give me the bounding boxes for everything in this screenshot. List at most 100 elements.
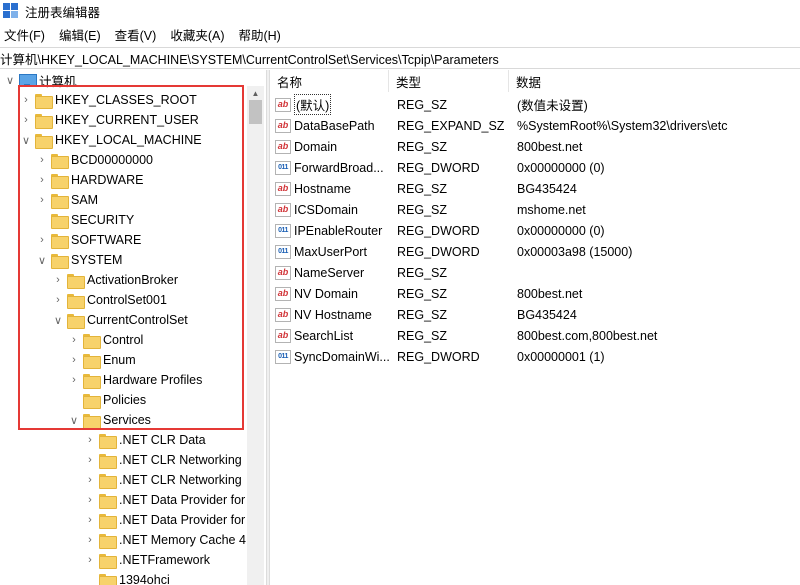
tree-vertical-scrollbar[interactable]: ▲ (247, 86, 264, 585)
value-row[interactable]: ab NV Domain REG_SZ 800best.net (270, 283, 800, 304)
chevron-down-icon[interactable]: ∨ (4, 70, 16, 90)
tree-item-label: .NET Data Provider for (119, 513, 246, 527)
tree-item[interactable]: › ActivationBroker (52, 270, 178, 290)
tree-item[interactable]: › Hardware Profiles (68, 370, 202, 390)
title-bar: 注册表编辑器 (0, 0, 800, 22)
chevron-right-icon[interactable]: › (20, 110, 32, 130)
folder-icon (51, 173, 69, 189)
tree-item[interactable]: › SAM (36, 190, 98, 210)
value-type-cell: REG_EXPAND_SZ (397, 118, 505, 133)
value-row[interactable]: ab Domain REG_SZ 800best.net (270, 136, 800, 157)
value-name: MaxUserPort (294, 244, 367, 259)
chevron-right-icon[interactable]: › (68, 330, 80, 350)
tree-item[interactable]: › Control (68, 330, 143, 350)
tree-root-computer[interactable]: ∨ 计算机 (0, 70, 77, 90)
value-row[interactable]: 011 SyncDomainWi... REG_DWORD 0x00000001 (1… (270, 346, 800, 367)
scrollbar-thumb[interactable] (249, 100, 262, 124)
tree-item-label: CurrentControlSet (87, 313, 188, 327)
tree-item-label: HKEY_CLASSES_ROOT (55, 93, 197, 107)
chevron-down-icon[interactable]: ∨ (68, 410, 80, 430)
string-value-icon: ab (275, 307, 291, 322)
folder-icon (67, 273, 85, 289)
menu-edit[interactable]: 编辑(E) (55, 25, 105, 44)
value-name: (默认) (294, 94, 332, 115)
chevron-down-icon[interactable]: ∨ (52, 310, 64, 330)
value-type-cell: REG_SZ (397, 181, 448, 196)
tree-item-label: SYSTEM (71, 253, 123, 267)
tree-item-label: BCD00000000 (71, 153, 154, 167)
tree-item[interactable]: › .NET CLR Data (84, 430, 206, 450)
value-data-cell: 0x00000000 (0) (517, 223, 605, 238)
tree-item[interactable]: › HARDWARE (36, 170, 143, 190)
tree-item[interactable]: › BCD00000000 (36, 150, 153, 170)
tree-item[interactable]: › HKEY_CLASSES_ROOT (20, 90, 197, 110)
chevron-right-icon[interactable]: › (52, 290, 64, 310)
chevron-down-icon[interactable]: ∨ (20, 130, 32, 150)
tree-item-label: .NET Memory Cache 4 (119, 533, 246, 547)
menu-favorites[interactable]: 收藏夹(A) (166, 25, 228, 44)
tree-item[interactable]: › .NET CLR Networking (84, 470, 242, 490)
chevron-right-icon[interactable]: › (36, 170, 48, 190)
chevron-right-icon[interactable]: › (36, 230, 48, 250)
chevron-right-icon[interactable]: › (84, 510, 96, 530)
tree-item[interactable]: › .NET Data Provider for (84, 490, 245, 510)
chevron-down-icon[interactable]: ∨ (36, 250, 48, 270)
chevron-right-icon[interactable]: › (68, 350, 80, 370)
value-row[interactable]: 011 MaxUserPort REG_DWORD 0x00003a98 (15000… (270, 241, 800, 262)
folder-icon (99, 473, 117, 489)
tree-item[interactable]: › .NET Memory Cache 4 (84, 530, 246, 550)
chevron-right-icon[interactable]: › (36, 190, 48, 210)
scroll-up-arrow-icon[interactable]: ▲ (247, 86, 264, 100)
tree-item[interactable]: ∨ HKEY_LOCAL_MACHINE (20, 130, 202, 150)
value-row[interactable]: ab ICSDomain REG_SZ mshome.net (270, 199, 800, 220)
value-data-cell: BG435424 (517, 181, 577, 196)
value-row[interactable]: ab NameServer REG_SZ (270, 262, 800, 283)
chevron-right-icon[interactable]: › (20, 90, 32, 110)
menu-view[interactable]: 查看(V) (111, 25, 161, 44)
registry-tree: ∨ 计算机 › HKEY_CLASSES_ROOT › HKEY_CURRENT_US… (0, 70, 265, 585)
address-bar[interactable]: 计算机\HKEY_LOCAL_MACHINE\SYSTEM\CurrentCon… (0, 47, 800, 69)
chevron-right-icon[interactable]: › (84, 450, 96, 470)
menu-file[interactable]: 文件(F) (0, 25, 49, 44)
tree-item[interactable]: ∨ CurrentControlSet (52, 310, 188, 330)
tree-item[interactable]: › .NETFramework (84, 550, 210, 570)
chevron-right-icon[interactable]: › (84, 550, 96, 570)
tree-item-label: 计算机 (39, 74, 77, 89)
tree-item[interactable]: ∨ Services (68, 410, 151, 430)
binary-value-icon: 011 (275, 349, 291, 364)
value-row[interactable]: ab NV Hostname REG_SZ BG435424 (270, 304, 800, 325)
chevron-right-icon[interactable]: › (68, 370, 80, 390)
chevron-right-icon[interactable]: › (84, 490, 96, 510)
chevron-right-icon[interactable]: › (84, 470, 96, 490)
column-header-type[interactable]: 类型 (389, 70, 509, 92)
column-header-name[interactable]: 名称 (270, 70, 389, 92)
tree-item[interactable]: › HKEY_CURRENT_USER (20, 110, 199, 130)
value-name-cell: 011 SyncDomainWi... (275, 346, 391, 367)
tree-item[interactable]: SECURITY (36, 210, 134, 230)
value-row[interactable]: ab (默认) REG_SZ (数值未设置) (270, 94, 800, 115)
value-type-cell: REG_SZ (397, 307, 448, 322)
value-row[interactable]: ab SearchList REG_SZ 800best.com,800best.ne… (270, 325, 800, 346)
chevron-right-icon[interactable]: › (52, 270, 64, 290)
value-row[interactable]: 011 ForwardBroad... REG_DWORD 0x00000000 (0… (270, 157, 800, 178)
menu-help[interactable]: 帮助(H) (234, 25, 284, 44)
value-row[interactable]: ab Hostname REG_SZ BG435424 (270, 178, 800, 199)
value-type-cell: REG_DWORD (397, 349, 480, 364)
chevron-right-icon[interactable]: › (36, 150, 48, 170)
value-row[interactable]: 011 IPEnableRouter REG_DWORD 0x00000000 (0) (270, 220, 800, 241)
tree-item[interactable]: › .NET CLR Networking (84, 450, 242, 470)
tree-item[interactable]: Policies (68, 390, 146, 410)
tree-item[interactable]: ∨ SYSTEM (36, 250, 122, 270)
chevron-right-icon[interactable]: › (84, 430, 96, 450)
tree-item[interactable]: › .NET Data Provider for (84, 510, 245, 530)
value-data-cell: 800best.net (517, 139, 583, 154)
tree-item[interactable]: 1394ohci (84, 570, 170, 585)
tree-item[interactable]: › ControlSet001 (52, 290, 167, 310)
tree-item[interactable]: › SOFTWARE (36, 230, 141, 250)
chevron-right-icon[interactable]: › (84, 530, 96, 550)
tree-item[interactable]: › Enum (68, 350, 136, 370)
column-header-data[interactable]: 数据 (509, 70, 800, 92)
tree-item-label: Services (103, 413, 151, 427)
value-data-cell: mshome.net (517, 202, 586, 217)
value-row[interactable]: ab DataBasePath REG_EXPAND_SZ %SystemRoot%\… (270, 115, 800, 136)
